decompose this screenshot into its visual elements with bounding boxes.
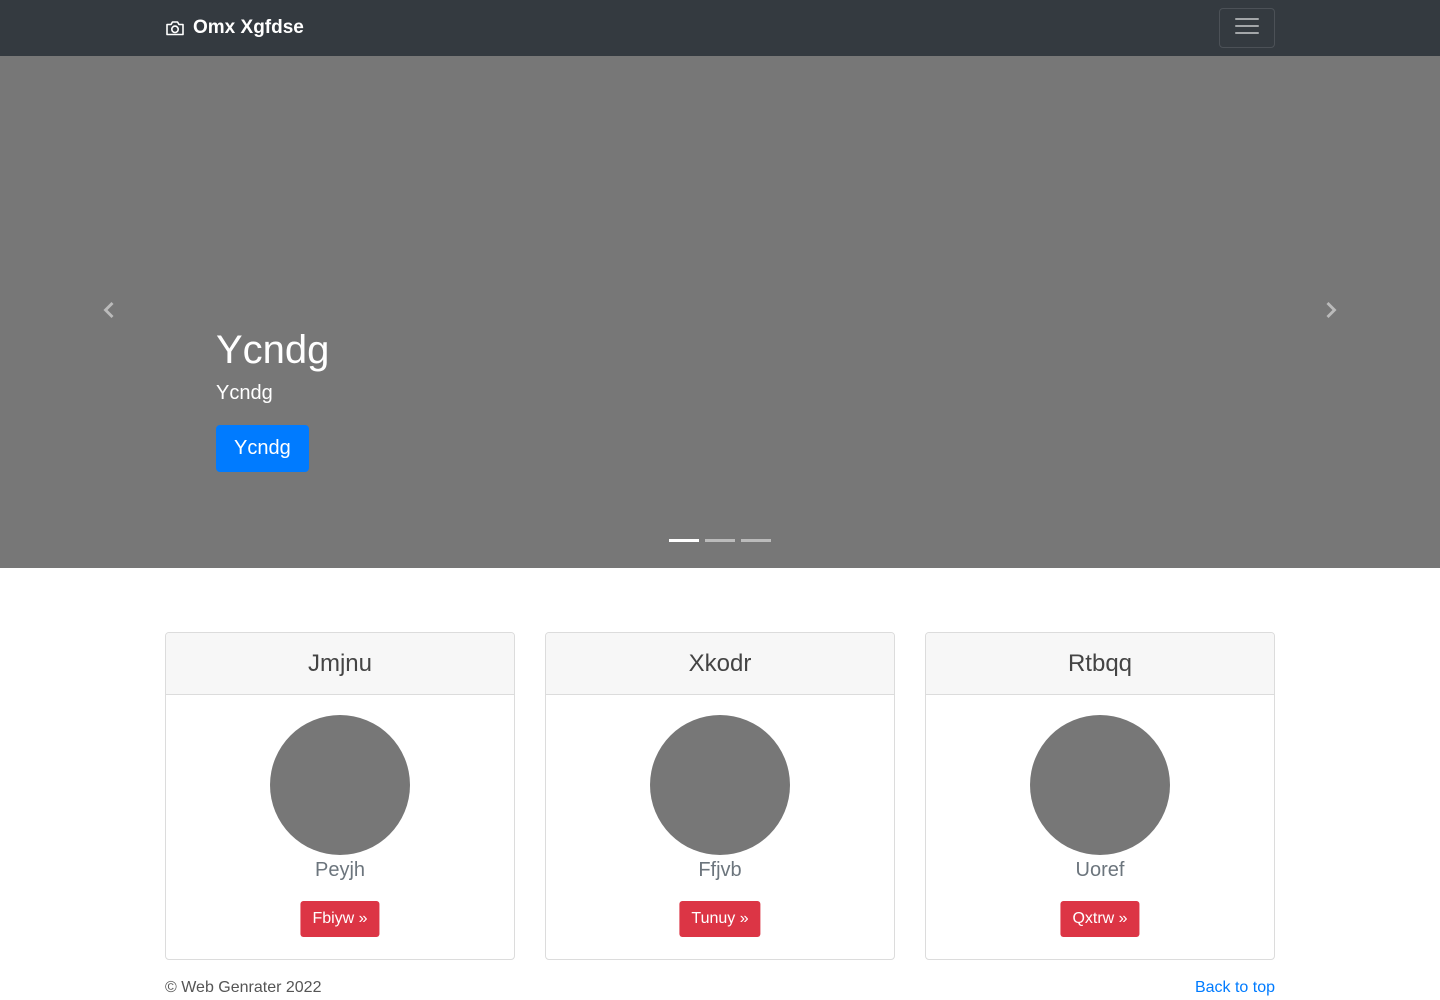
hero-carousel: Ycndg Ycndg Ycndg (0, 56, 1440, 568)
carousel-prev-button[interactable] (0, 56, 216, 568)
carousel-indicator-3[interactable] (741, 539, 771, 542)
card-1: Jmjnu Peyjh Fbiyw » (165, 632, 515, 960)
carousel-next-button[interactable] (1224, 56, 1440, 568)
card-header: Rtbqq (926, 633, 1274, 695)
card-header: Jmjnu (166, 633, 514, 695)
carousel-caption: Ycndg Ycndg Ycndg (216, 326, 329, 472)
avatar-placeholder (1030, 715, 1170, 855)
chevron-left-icon (98, 300, 118, 325)
card-header: Xkodr (546, 633, 894, 695)
avatar-placeholder (650, 715, 790, 855)
card-body: Ffjvb Tunuy » (546, 695, 894, 959)
card-2: Xkodr Ffjvb Tunuy » (545, 632, 895, 960)
card-body: Uoref Qxtrw » (926, 695, 1274, 959)
card-3: Rtbqq Uoref Qxtrw » (925, 632, 1275, 960)
card-button[interactable]: Qxtrw » (1060, 901, 1140, 937)
navbar-toggler-button[interactable] (1219, 8, 1275, 48)
card-button[interactable]: Tunuy » (679, 901, 761, 937)
carousel-indicator-1[interactable] (669, 539, 699, 542)
card-button[interactable]: Fbiyw » (300, 901, 380, 937)
back-to-top-link[interactable]: Back to top (1195, 979, 1275, 997)
brand-link[interactable]: Omx Xgfdse (165, 0, 304, 56)
avatar-placeholder (270, 715, 410, 855)
carousel-indicator-2[interactable] (705, 539, 735, 542)
card-text: Ffjvb (698, 859, 742, 881)
hamburger-menu-icon (1234, 15, 1260, 42)
carousel-subtitle: Ycndg (216, 382, 273, 404)
carousel-cta-button[interactable]: Ycndg (216, 425, 309, 472)
card-body: Peyjh Fbiyw » (166, 695, 514, 959)
navbar: Omx Xgfdse (0, 0, 1440, 56)
footer-copyright: © Web Genrater 2022 (165, 979, 322, 996)
carousel-indicators (0, 539, 1440, 542)
carousel-title: Ycndg (216, 328, 330, 372)
chevron-right-icon (1322, 300, 1342, 325)
camera-icon (165, 20, 185, 36)
card-text: Peyjh (314, 859, 366, 881)
brand-name: Omx Xgfdse (193, 17, 304, 38)
card-text: Uoref (1075, 859, 1125, 881)
